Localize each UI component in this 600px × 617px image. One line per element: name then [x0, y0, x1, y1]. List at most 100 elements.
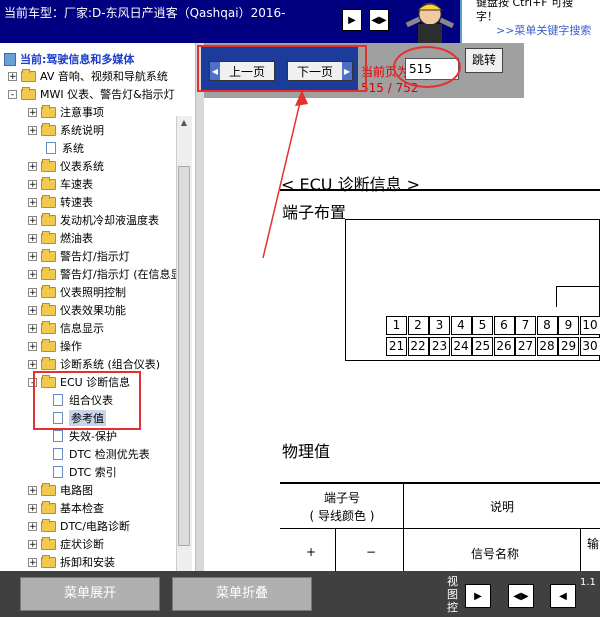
- tree-item[interactable]: + 注意事项: [28, 103, 104, 121]
- split-arrows-icon: ◀▶: [513, 590, 529, 602]
- connector-pin: 6: [493, 316, 515, 335]
- plus-header: +: [305, 545, 317, 559]
- tree-item[interactable]: + 转速表: [28, 193, 93, 211]
- expand-icon[interactable]: +: [28, 521, 37, 531]
- tree-item-label: DTC/电路诊断: [60, 520, 130, 533]
- tree-item[interactable]: + 信息显示: [28, 319, 104, 337]
- folder-icon: [41, 356, 56, 370]
- play-left-icon: ◀: [559, 590, 567, 602]
- description-header: 说明: [489, 500, 514, 514]
- tree-item[interactable]: + 仪表照明控制: [28, 283, 126, 301]
- expand-icon[interactable]: +: [28, 485, 37, 495]
- expand-icon[interactable]: +: [28, 179, 37, 189]
- view-split-bottom-button[interactable]: ◀▶: [508, 584, 534, 608]
- tree-item-label: 信息显示: [60, 322, 104, 335]
- folder-icon: [41, 158, 56, 172]
- expand-icon[interactable]: +: [28, 197, 37, 207]
- tree-item[interactable]: + 基本检查: [28, 499, 104, 517]
- tree-item[interactable]: + 仪表系统: [28, 157, 104, 175]
- collapse-icon[interactable]: -: [8, 89, 17, 99]
- table-top-rule: [280, 482, 600, 484]
- tree-item[interactable]: + 发动机冷却液温度表: [28, 211, 159, 229]
- expand-icon[interactable]: +: [28, 269, 37, 279]
- vehicle-title: 当前车型：厂家:D-东风日产逍客（Qashqai）2016-: [4, 6, 286, 20]
- view-single-bottom-button[interactable]: ▶: [465, 584, 491, 608]
- tree-item-label: 注意事项: [60, 106, 104, 119]
- tree-item[interactable]: + 症状诊断: [28, 535, 104, 553]
- tree-item[interactable]: + 燃油表: [28, 229, 93, 247]
- folder-icon: [41, 518, 56, 532]
- connector-pin: 28: [536, 337, 558, 356]
- view-single-button[interactable]: ▶: [342, 9, 362, 31]
- view-left-bottom-button[interactable]: ◀: [550, 584, 576, 608]
- physical-values-heading: 物理值: [282, 442, 331, 461]
- folder-icon: [41, 554, 56, 568]
- expand-icon[interactable]: +: [8, 71, 17, 81]
- expand-icon[interactable]: +: [28, 539, 37, 549]
- tree-item[interactable]: - MWI 仪表、警告灯&指示灯: [8, 85, 175, 103]
- tree-item-label: 拆卸和安装: [60, 556, 115, 569]
- expand-icon[interactable]: +: [28, 359, 37, 369]
- collapse-menu-button[interactable]: 菜单折叠: [172, 577, 312, 611]
- tree-item[interactable]: DTC 索引: [48, 463, 117, 481]
- tree-item-label: MWI 仪表、警告灯&指示灯: [40, 88, 175, 101]
- connector-pin: 1: [386, 316, 407, 335]
- scrollbar-thumb[interactable]: [178, 166, 190, 546]
- annotation-box-tree: [33, 371, 141, 430]
- connector-pin: 10: [579, 316, 600, 335]
- expand-icon[interactable]: +: [28, 287, 37, 297]
- connector-pin: 2: [407, 316, 429, 335]
- tree-item[interactable]: + AV 音响、视频和导航系统: [8, 67, 168, 85]
- tree-item-label: 仪表系统: [60, 160, 104, 173]
- expand-icon[interactable]: +: [28, 125, 37, 135]
- expand-icon[interactable]: +: [28, 305, 37, 315]
- expand-icon[interactable]: +: [28, 215, 37, 225]
- view-split-button[interactable]: ◀▶: [369, 9, 389, 31]
- tree-item[interactable]: + 警告灯/指示灯 (在信息显: [28, 265, 182, 283]
- tree-item[interactable]: + 拆卸和安装: [28, 553, 115, 571]
- tree-item[interactable]: 系统: [28, 139, 84, 157]
- connector-pin: 5: [472, 316, 493, 335]
- connector-pin: 3: [429, 316, 450, 335]
- tree-item[interactable]: + 操作: [28, 337, 82, 355]
- tree-item-label: 仪表照明控制: [60, 286, 126, 299]
- expand-icon[interactable]: +: [28, 557, 37, 567]
- expand-icon[interactable]: +: [28, 233, 37, 243]
- folder-icon: [41, 284, 56, 298]
- table-divider: [580, 529, 581, 571]
- folder-icon: [41, 536, 56, 550]
- tree-item-label: 警告灯/指示灯: [60, 250, 130, 263]
- sidebar-scrollbar[interactable]: ▲ ▼: [176, 116, 192, 571]
- tree-item-label: 电路图: [60, 484, 93, 497]
- go-to-page-button[interactable]: 跳转: [465, 48, 503, 73]
- connector-pin: 21: [386, 337, 407, 356]
- tree-item[interactable]: + 仪表效果功能: [28, 301, 126, 319]
- tree-item[interactable]: + 电路图: [28, 481, 93, 499]
- expand-icon[interactable]: +: [28, 323, 37, 333]
- expand-menu-button[interactable]: 菜单展开: [20, 577, 160, 611]
- tree-item[interactable]: + 系统说明: [28, 121, 104, 139]
- expand-icon[interactable]: +: [28, 341, 37, 351]
- menu-keyword-search-link[interactable]: >>菜单关键字搜索: [496, 24, 591, 38]
- connector-pin: 4: [450, 316, 472, 335]
- expand-icon[interactable]: +: [28, 107, 37, 117]
- expand-icon[interactable]: +: [28, 503, 37, 513]
- tree-item[interactable]: + 警告灯/指示灯: [28, 247, 130, 265]
- folder-icon: [41, 266, 56, 280]
- tree-item[interactable]: + 车速表: [28, 175, 93, 193]
- expand-icon[interactable]: +: [28, 161, 37, 171]
- folder-icon: [41, 104, 56, 118]
- minus-header: −: [365, 545, 377, 559]
- scroll-up-icon[interactable]: ▲: [178, 118, 190, 130]
- connector-pin: 22: [407, 337, 429, 356]
- connector-pin: 23: [429, 337, 450, 356]
- wire-color-header: ( 导线颜色 ): [309, 509, 375, 523]
- expand-icon[interactable]: +: [28, 251, 37, 261]
- mascot-icon: [405, 2, 455, 43]
- document-icon: [46, 142, 56, 154]
- tree-item[interactable]: DTC 检测优先表: [48, 445, 150, 463]
- tree-item[interactable]: + DTC/电路诊断: [28, 517, 130, 535]
- panel-splitter[interactable]: [195, 43, 204, 571]
- tree-item-label: 系统: [62, 142, 84, 155]
- folder-icon: [41, 320, 56, 334]
